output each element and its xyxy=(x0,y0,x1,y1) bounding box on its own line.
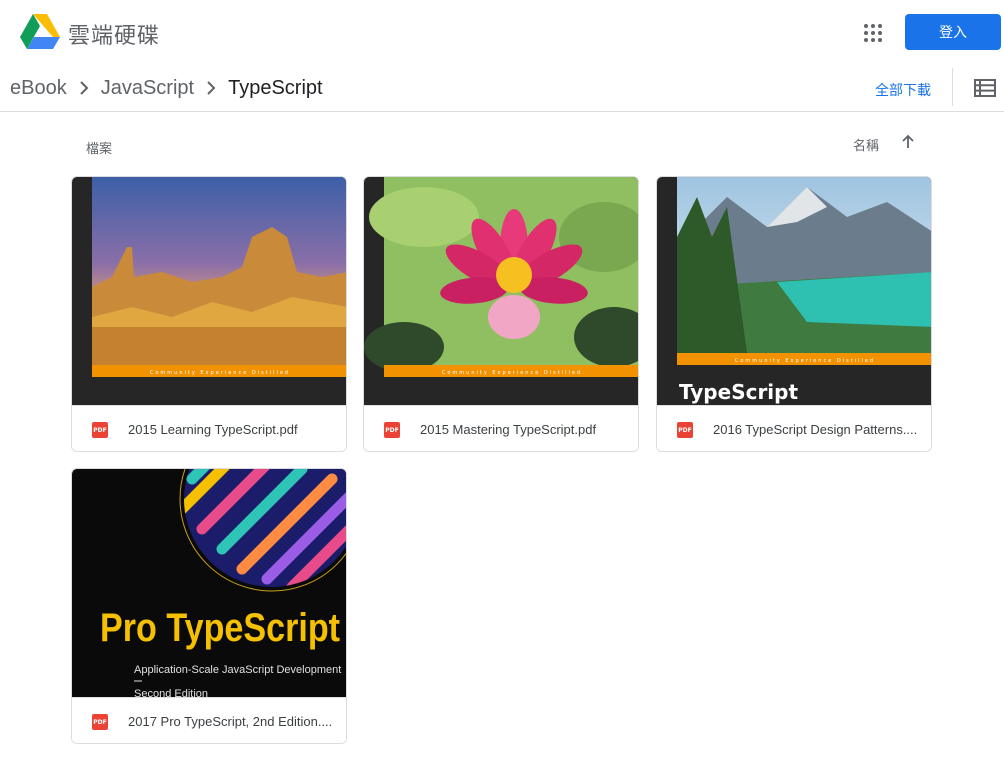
breadcrumb-item-ebook[interactable]: eBook xyxy=(10,77,67,100)
file-name[interactable]: 2016 TypeScript Design Patterns.... xyxy=(713,422,919,437)
breadcrumb-item-typescript[interactable]: TypeScript xyxy=(228,77,322,100)
file-card-footer: PDF 2017 Pro TypeScript, 2nd Edition.... xyxy=(72,697,346,743)
files-section-label: 檔案 xyxy=(86,141,113,156)
file-thumbnail: Community Experience Distilled TypeScrip… xyxy=(657,177,931,405)
file-card[interactable]: Community Experience Distilled PDF 2015 … xyxy=(71,176,347,452)
file-card-footer: PDF 2016 TypeScript Design Patterns.... xyxy=(657,405,931,451)
breadcrumb-item-javascript[interactable]: JavaScript xyxy=(101,77,194,100)
pdf-icon: PDF xyxy=(677,422,693,438)
pdf-icon: PDF xyxy=(92,714,108,730)
arrow-up-icon[interactable] xyxy=(899,133,917,151)
file-card[interactable]: Community Experience Distilled TypeScrip… xyxy=(656,176,932,452)
file-card-footer: PDF 2015 Learning TypeScript.pdf xyxy=(72,405,346,451)
breadcrumb: eBook JavaScript TypeScript xyxy=(10,70,323,106)
toolbar-divider xyxy=(952,68,953,106)
file-name[interactable]: 2015 Mastering TypeScript.pdf xyxy=(420,422,626,437)
file-thumbnail: Community Experience Distilled xyxy=(364,177,638,405)
pdf-icon: PDF xyxy=(92,422,108,438)
file-name[interactable]: 2015 Learning TypeScript.pdf xyxy=(128,422,334,437)
google-apps-grid-icon[interactable] xyxy=(858,18,888,48)
chevron-right-icon xyxy=(67,81,101,95)
file-thumbnail: Pro TypeScript Application-Scale JavaScr… xyxy=(72,469,346,697)
file-card[interactable]: Pro TypeScript Application-Scale JavaScr… xyxy=(71,468,347,744)
list-view-icon[interactable] xyxy=(974,78,996,98)
pdf-icon: PDF xyxy=(384,422,400,438)
file-card[interactable]: Community Experience Distilled PDF 2015 … xyxy=(363,176,639,452)
thumb-caption: Community Experience Distilled xyxy=(150,370,290,376)
file-name[interactable]: 2017 Pro TypeScript, 2nd Edition.... xyxy=(128,714,334,729)
top-bar: 雲端硬碟 登入 xyxy=(0,0,1004,64)
thumb-subtitle: Application-Scale JavaScript Development xyxy=(134,664,341,676)
sign-in-button[interactable]: 登入 xyxy=(905,14,1001,50)
thumb-caption: Community Experience Distilled xyxy=(442,370,582,376)
download-all-button[interactable]: 全部下載 xyxy=(875,80,931,100)
thumb-caption: Community Experience Distilled xyxy=(735,358,875,364)
thumb-title: TypeScript xyxy=(679,380,798,404)
app-title: 雲端硬碟 xyxy=(68,23,161,48)
sort-by-name-button[interactable]: 名稱 xyxy=(853,135,879,154)
header-divider xyxy=(0,111,1004,112)
file-card-footer: PDF 2015 Mastering TypeScript.pdf xyxy=(364,405,638,451)
file-thumbnail: Community Experience Distilled xyxy=(72,177,346,405)
chevron-right-icon xyxy=(194,81,228,95)
thumb-title: Pro TypeScript xyxy=(100,606,340,650)
thumb-edition: Second Edition xyxy=(134,688,208,697)
drive-logo-icon[interactable] xyxy=(20,14,60,50)
